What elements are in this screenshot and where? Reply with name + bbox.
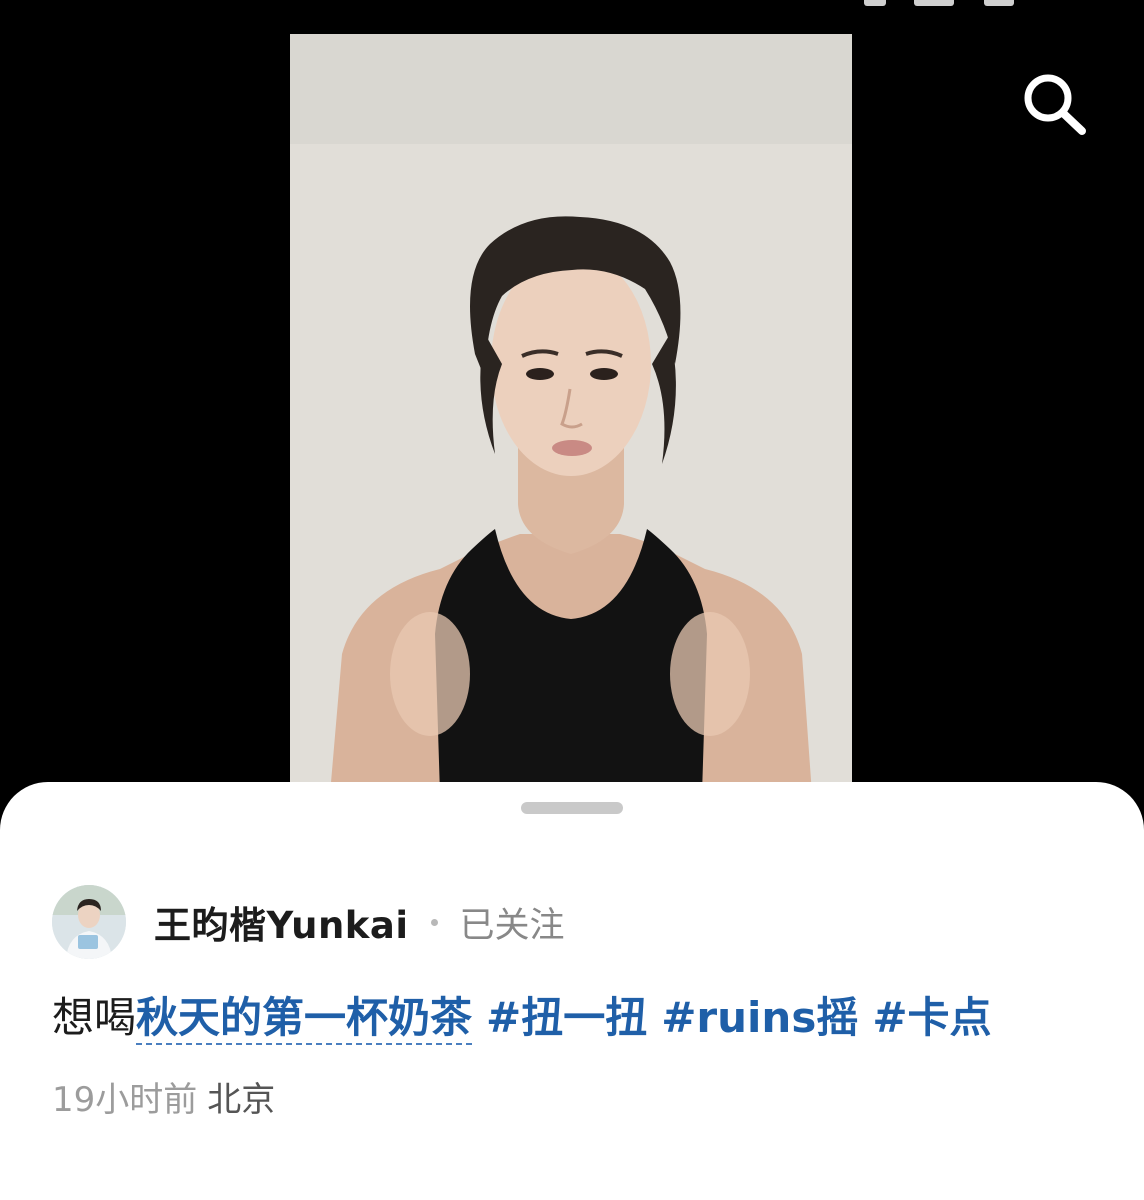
video-player[interactable]	[290, 34, 852, 794]
video-frame-image	[290, 34, 852, 794]
post-meta: 19小时前 北京	[52, 1072, 275, 1121]
follow-status-button[interactable]: 已关注	[460, 897, 565, 948]
caption-text: 想喝	[52, 993, 137, 1042]
wifi-icon	[914, 0, 954, 6]
avatar-image	[52, 885, 126, 959]
post-info-sheet: 王昀楷Yunkai 已关注 想喝秋天的第一杯奶茶 #扭一扭 #ruins摇 #卡点 1…	[0, 782, 1144, 1200]
signal-icon	[864, 0, 886, 6]
hashtag-link[interactable]: #扭一扭	[486, 993, 647, 1042]
author-row: 王昀楷Yunkai 已关注	[52, 882, 565, 962]
post-location[interactable]: 北京	[207, 1080, 275, 1120]
search-icon	[1024, 74, 1086, 135]
hashtag-link[interactable]: #卡点	[872, 993, 991, 1042]
author-name[interactable]: 王昀楷Yunkai	[154, 895, 409, 949]
separator-dot	[430, 918, 438, 926]
hashtag-link[interactable]: #ruins摇	[661, 993, 858, 1042]
sheet-drag-handle[interactable]	[521, 802, 623, 814]
search-button[interactable]	[1018, 70, 1090, 136]
post-time: 19小时前	[52, 1080, 198, 1120]
post-caption: 想喝秋天的第一杯奶茶 #扭一扭 #ruins摇 #卡点	[52, 988, 992, 1048]
caption-link[interactable]: 秋天的第一杯奶茶	[136, 993, 473, 1045]
status-bar	[854, 0, 1054, 8]
video-post-screen: 王昀楷Yunkai 已关注 想喝秋天的第一杯奶茶 #扭一扭 #ruins摇 #卡点 1…	[0, 0, 1144, 1200]
author-avatar[interactable]	[52, 885, 126, 959]
battery-icon	[984, 0, 1014, 6]
